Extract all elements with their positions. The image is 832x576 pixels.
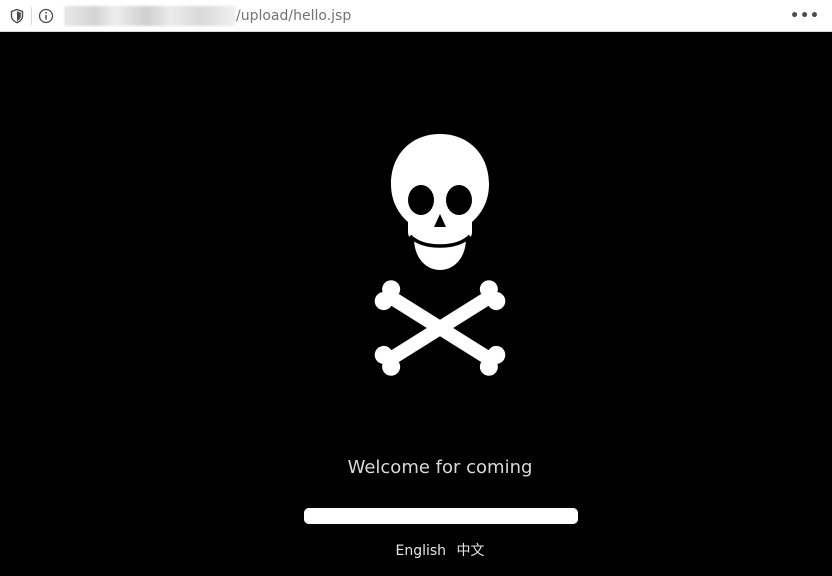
more-icon[interactable]: •••: [790, 8, 820, 24]
redacted-host: [64, 6, 236, 26]
lang-chinese-link[interactable]: 中文: [457, 541, 485, 561]
language-switcher: English 中文: [0, 541, 832, 561]
info-icon[interactable]: [38, 8, 54, 24]
browser-address-bar: /upload/hello.jsp •••: [0, 0, 832, 32]
progress-bar: [304, 508, 578, 524]
toolbar-separator: [31, 7, 32, 25]
shield-icon[interactable]: [9, 8, 25, 24]
page-content: Welcome for coming English 中文: [0, 32, 832, 576]
skull-and-crossbones-icon: [374, 134, 506, 376]
welcome-text: Welcome for coming: [347, 457, 533, 478]
lang-english-link[interactable]: English: [395, 541, 446, 561]
progress-fill: [304, 508, 578, 524]
url-path[interactable]: /upload/hello.jsp: [236, 7, 351, 25]
